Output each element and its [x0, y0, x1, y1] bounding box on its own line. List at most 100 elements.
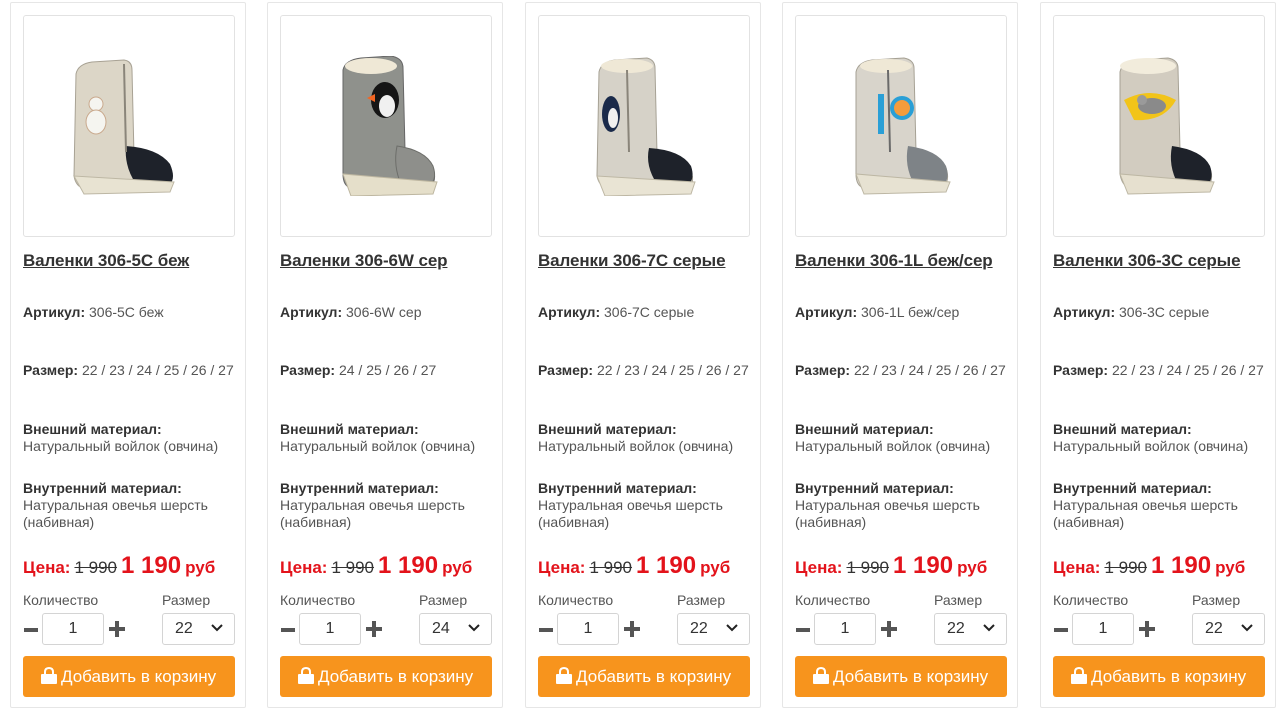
product-grid: Валенки 306-5С беж Артикул: 306-5С беж Р… [10, 2, 1276, 710]
quantity-increase-button[interactable] [1139, 620, 1155, 638]
quantity-input[interactable] [42, 613, 104, 645]
product-article: Артикул: 306-6W сер [280, 304, 422, 320]
chevron-down-icon [726, 624, 738, 632]
product-price: Цена: 1 990 1 190 руб [23, 552, 216, 579]
product-article: Артикул: 306-5С беж [23, 304, 164, 320]
product-outer-material: Внешний материал: Натуральный войлок (овч… [280, 421, 476, 454]
quantity-input[interactable] [557, 613, 619, 645]
product-title-link[interactable]: Валенки 306-3С серые [1053, 251, 1268, 271]
size-label: Размер [1192, 592, 1241, 608]
product-inner-material: Внутренний материал: Натуральная овечья ш… [795, 480, 980, 530]
product-image[interactable] [538, 15, 750, 237]
size-label: Размер [934, 592, 983, 608]
quantity-input[interactable] [1072, 613, 1134, 645]
quantity-decrease-button[interactable] [23, 620, 39, 640]
quantity-decrease-button[interactable] [280, 620, 296, 640]
product-inner-material: Внутренний материал: Натуральная овечья ш… [538, 480, 723, 530]
product-price: Цена: 1 990 1 190 руб [1053, 552, 1246, 579]
new-price: 1 190 [893, 552, 954, 579]
chevron-down-icon [1241, 624, 1253, 632]
quantity-label: Количество [795, 592, 871, 608]
product-sizes: Размер: 22 / 23 / 24 / 25 / 26 / 27 [23, 362, 234, 378]
new-price: 1 190 [121, 552, 182, 579]
new-price: 1 190 [378, 552, 439, 579]
product-title-link[interactable]: Валенки 306-1L беж/сер [795, 251, 1010, 271]
product-card: Валенки 306-3С серые Артикул: 306-3С сер… [1040, 2, 1276, 708]
add-to-cart-button[interactable]: Добавить в корзину [1053, 656, 1265, 697]
boot-photo [1119, 57, 1215, 195]
product-outer-material: Внешний материал: Натуральный войлок (овч… [1053, 421, 1249, 454]
add-to-cart-button[interactable]: Добавить в корзину [23, 656, 235, 697]
old-price: 1 990 [74, 558, 118, 577]
size-label: Размер [419, 592, 468, 608]
boot-photo [73, 59, 175, 195]
product-image[interactable] [280, 15, 492, 237]
product-card: Валенки 306-5С беж Артикул: 306-5С беж Р… [10, 2, 246, 708]
quantity-increase-button[interactable] [366, 620, 382, 638]
new-price: 1 190 [1151, 552, 1212, 579]
product-image[interactable] [795, 15, 1007, 237]
chevron-down-icon [983, 624, 995, 632]
product-image[interactable] [23, 15, 235, 237]
product-outer-material: Внешний материал: Натуральный войлок (овч… [795, 421, 991, 454]
product-image[interactable] [1053, 15, 1265, 237]
quantity-label: Количество [1053, 592, 1129, 608]
chevron-down-icon [468, 624, 480, 632]
product-outer-material: Внешний материал: Натуральный войлок (овч… [23, 421, 219, 454]
product-price: Цена: 1 990 1 190 руб [280, 552, 473, 579]
quantity-label: Количество [23, 592, 99, 608]
product-sizes: Размер: 22 / 23 / 24 / 25 / 26 / 27 [795, 362, 1006, 378]
add-to-cart-button[interactable]: Добавить в корзину [280, 656, 492, 697]
product-card: Валенки 306-1L беж/сер Артикул: 306-1L б… [782, 2, 1018, 708]
quantity-decrease-button[interactable] [538, 620, 554, 640]
size-select[interactable]: 22 [162, 613, 235, 645]
shopping-bag-icon [813, 667, 829, 684]
size-label: Размер [677, 592, 726, 608]
product-card: Валенки 306-7С серые Артикул: 306-7С сер… [525, 2, 761, 708]
size-select[interactable]: 22 [677, 613, 750, 645]
add-to-cart-button[interactable]: Добавить в корзину [538, 656, 750, 697]
old-price: 1 990 [589, 558, 633, 577]
quantity-increase-button[interactable] [624, 620, 640, 638]
product-inner-material: Внутренний материал: Натуральная овечья ш… [1053, 480, 1238, 530]
quantity-label: Количество [280, 592, 356, 608]
product-title-link[interactable]: Валенки 306-7С серые [538, 251, 753, 271]
product-article: Артикул: 306-1L беж/сер [795, 304, 960, 320]
shopping-bag-icon [1071, 667, 1087, 684]
boot-photo [342, 56, 438, 196]
product-price: Цена: 1 990 1 190 руб [795, 552, 988, 579]
size-select[interactable]: 22 [934, 613, 1007, 645]
product-outer-material: Внешний материал: Натуральный войлок (овч… [538, 421, 734, 454]
product-title-link[interactable]: Валенки 306-5С беж [23, 251, 238, 271]
size-select[interactable]: 24 [419, 613, 492, 645]
size-select[interactable]: 22 [1192, 613, 1265, 645]
product-price: Цена: 1 990 1 190 руб [538, 552, 731, 579]
add-to-cart-button[interactable]: Добавить в корзину [795, 656, 1007, 697]
old-price: 1 990 [1104, 558, 1148, 577]
quantity-input[interactable] [814, 613, 876, 645]
boot-photo [596, 57, 696, 196]
product-sizes: Размер: 22 / 23 / 24 / 25 / 26 / 27 [538, 362, 749, 378]
quantity-input[interactable] [299, 613, 361, 645]
product-article: Артикул: 306-7С серые [538, 304, 695, 320]
quantity-label: Количество [538, 592, 614, 608]
product-article: Артикул: 306-3С серые [1053, 304, 1210, 320]
chevron-down-icon [211, 624, 223, 632]
boot-photo [855, 57, 951, 195]
product-inner-material: Внутренний материал: Натуральная овечья ш… [280, 480, 465, 530]
product-sizes: Размер: 24 / 25 / 26 / 27 [280, 362, 437, 378]
quantity-decrease-button[interactable] [795, 620, 811, 640]
shopping-bag-icon [298, 667, 314, 684]
product-inner-material: Внутренний материал: Натуральная овечья ш… [23, 480, 208, 530]
new-price: 1 190 [636, 552, 697, 579]
quantity-increase-button[interactable] [881, 620, 897, 638]
quantity-decrease-button[interactable] [1053, 620, 1069, 640]
old-price: 1 990 [331, 558, 375, 577]
product-title-link[interactable]: Валенки 306-6W сер [280, 251, 495, 271]
product-card: Валенки 306-6W сер Артикул: 306-6W сер Р… [267, 2, 503, 708]
quantity-increase-button[interactable] [109, 620, 125, 638]
product-sizes: Размер: 22 / 23 / 24 / 25 / 26 / 27 [1053, 362, 1264, 378]
shopping-bag-icon [556, 667, 572, 684]
shopping-bag-icon [41, 667, 57, 684]
old-price: 1 990 [846, 558, 890, 577]
